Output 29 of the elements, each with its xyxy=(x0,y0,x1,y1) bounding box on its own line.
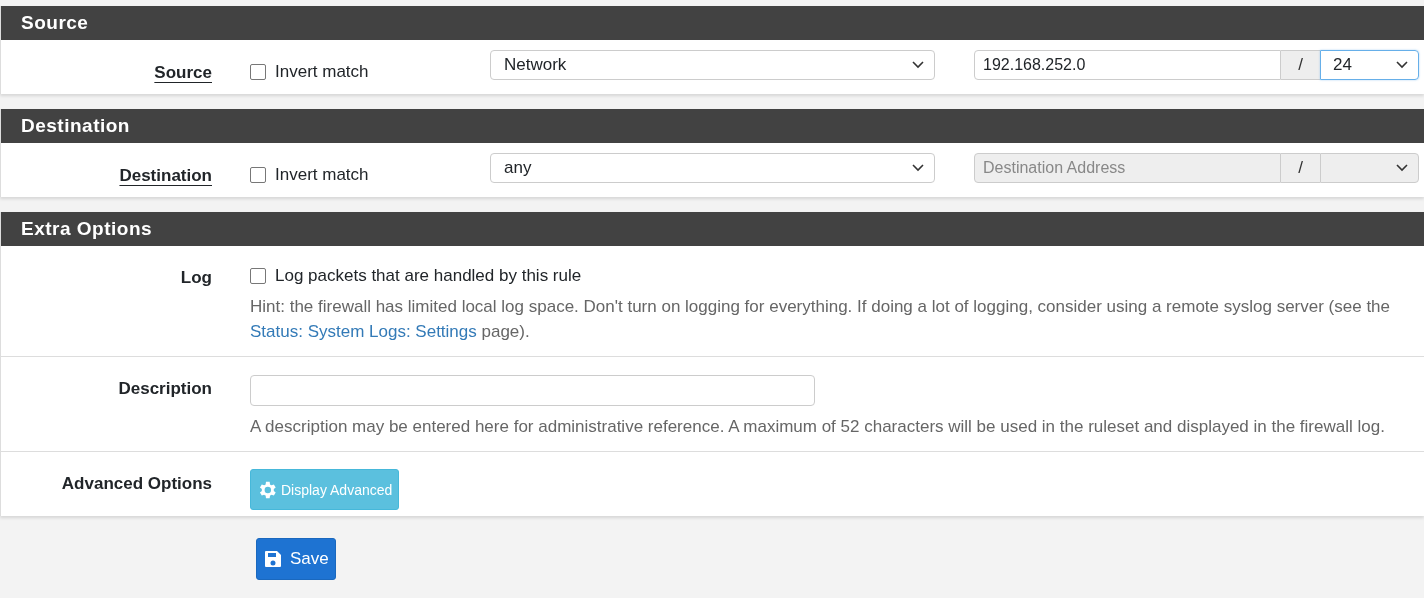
field-label[interactable]: Source xyxy=(154,63,212,83)
address-field[interactable]: 192.168.252.0 xyxy=(974,50,1281,80)
slash-separator: / xyxy=(1298,158,1303,178)
checkbox[interactable] xyxy=(250,167,266,183)
hint-text: A description may be entered here for administrative reference. A maximum of 52 characters will be used in the ruleset and displayed in the firewall log. xyxy=(250,416,1386,438)
type-dropdown[interactable]: Network xyxy=(490,50,935,80)
caret-icon xyxy=(1396,164,1408,172)
description-field[interactable] xyxy=(250,375,815,406)
slash-separator: / xyxy=(1298,55,1303,75)
hint-text: Hint: the firewall has limited local log space. Don't turn on logging for everything. If doing a lot of logging, consider using a remote syslog server (see the Status: System Logs: Settings page). xyxy=(250,296,1392,343)
mask-dropdown[interactable]: 24 xyxy=(1320,50,1419,80)
checkbox-label: Invert match xyxy=(275,165,369,185)
field-label[interactable]: Destination xyxy=(119,166,212,186)
checkbox-label: Log packets that are handled by this rule xyxy=(275,266,582,286)
caret-icon xyxy=(912,61,924,69)
caret-icon xyxy=(912,164,924,172)
settings-link[interactable]: Status: System Logs: Settings xyxy=(250,322,477,341)
panel-heading: Extra Options xyxy=(1,212,1424,246)
checkbox-label: Invert match xyxy=(275,62,369,82)
checkbox[interactable] xyxy=(250,268,266,284)
field-label: Description xyxy=(118,379,212,399)
panel-heading: Destination xyxy=(1,109,1424,143)
save-button[interactable]: Save xyxy=(256,538,336,580)
caret-icon xyxy=(1396,61,1408,69)
checkbox[interactable] xyxy=(250,64,266,80)
panel-heading: Source xyxy=(1,6,1424,40)
type-dropdown[interactable]: any xyxy=(490,153,935,183)
field-label: Log xyxy=(180,268,212,288)
field-label: Advanced Options xyxy=(61,474,212,494)
